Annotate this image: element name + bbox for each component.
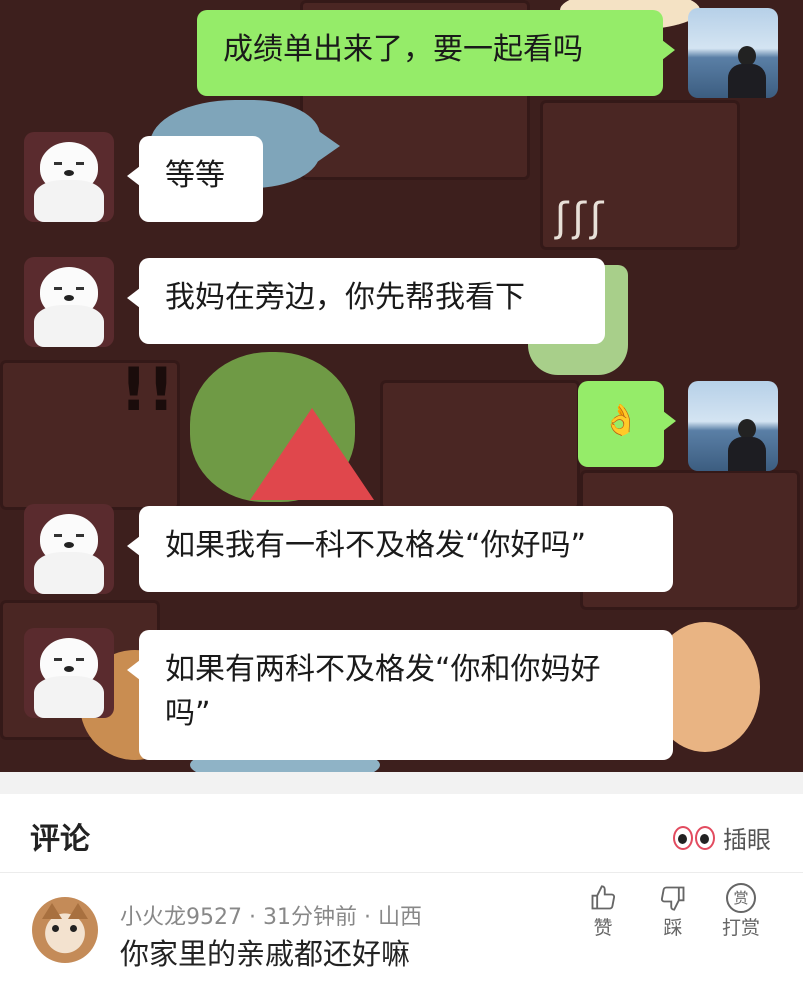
dislike-label: 踩 — [663, 917, 683, 939]
separator-dot: · — [364, 905, 378, 930]
message-text: 如果有两科不及格发“你和你妈好吗” — [165, 652, 601, 731]
comment-time: 31分钟前 — [263, 905, 357, 930]
sea-view-avatar[interactable] — [688, 381, 778, 471]
chat-screenshot: ʃʃʃ !! 成绩单出来了，要一起看吗 等等 我妈在旁边，你先帮我看下 👌 如果… — [0, 0, 803, 772]
comment-text: 你家里的亲戚都还好嘛 — [120, 937, 411, 971]
avatar[interactable] — [32, 897, 98, 963]
reward-label: 打赏 — [722, 917, 761, 939]
comment-item: 小火龙9527 · 31分钟前 · 山西 你家里的亲戚都还好嘛 赞 踩 赏 打赏 — [0, 873, 803, 992]
chat-bubble-incoming[interactable]: 我妈在旁边，你先帮我看下 — [127, 258, 605, 344]
comment-meta: 小火龙9527 · 31分钟前 · 山西 — [120, 899, 422, 931]
dislike-button[interactable]: 踩 — [658, 883, 688, 940]
thumbs-up-icon — [588, 883, 618, 913]
like-label: 赞 — [593, 917, 613, 939]
chat-bubble-incoming[interactable]: 等等 — [127, 136, 263, 222]
white-bear-avatar[interactable] — [24, 132, 114, 222]
like-button[interactable]: 赞 — [588, 883, 618, 940]
wallpaper-tile — [380, 380, 580, 510]
message-text: 成绩单出来了，要一起看吗 — [223, 32, 583, 67]
thumbs-down-icon — [658, 883, 688, 913]
message-text: 我妈在旁边，你先帮我看下 — [165, 280, 525, 315]
chat-bubble-outgoing[interactable]: 👌 — [578, 381, 676, 467]
comments-header: 评论 插眼 — [0, 794, 803, 873]
sea-view-avatar[interactable] — [688, 8, 778, 98]
message-text: 等等 — [165, 158, 225, 193]
wallpaper-fish-tail — [300, 118, 340, 174]
person-figure — [728, 419, 766, 471]
eyes-icon — [673, 825, 715, 850]
separator-dot: · — [249, 905, 263, 930]
chat-bubble-incoming[interactable]: 如果有两科不及格发“你和你妈好吗” — [127, 630, 673, 760]
white-bear-avatar[interactable] — [24, 257, 114, 347]
person-figure — [728, 46, 766, 98]
ok-hand-emoji-icon: 👌 — [602, 403, 640, 438]
white-bear-avatar[interactable] — [24, 504, 114, 594]
insert-eye-label: 插眼 — [723, 826, 771, 854]
wallpaper-steam-doodle: ʃʃʃ — [555, 195, 608, 241]
message-text: 如果我有一科不及格发“你好吗” — [165, 528, 587, 563]
section-divider — [0, 772, 803, 794]
white-bear-avatar[interactable] — [24, 628, 114, 718]
wallpaper-exclaim-doodle: !! — [120, 355, 175, 425]
chat-bubble-outgoing[interactable]: 成绩单出来了，要一起看吗 — [197, 10, 675, 96]
comment-username[interactable]: 小火龙9527 — [120, 905, 242, 930]
reward-icon: 赏 — [726, 883, 756, 913]
wallpaper-watermelon-slice — [250, 408, 374, 500]
comment-location: 山西 — [378, 905, 423, 930]
comments-title: 评论 — [30, 822, 90, 857]
insert-eye-button[interactable]: 插眼 — [673, 820, 771, 855]
chat-bubble-incoming[interactable]: 如果我有一科不及格发“你好吗” — [127, 506, 673, 592]
reward-button[interactable]: 赏 打赏 — [722, 883, 760, 940]
